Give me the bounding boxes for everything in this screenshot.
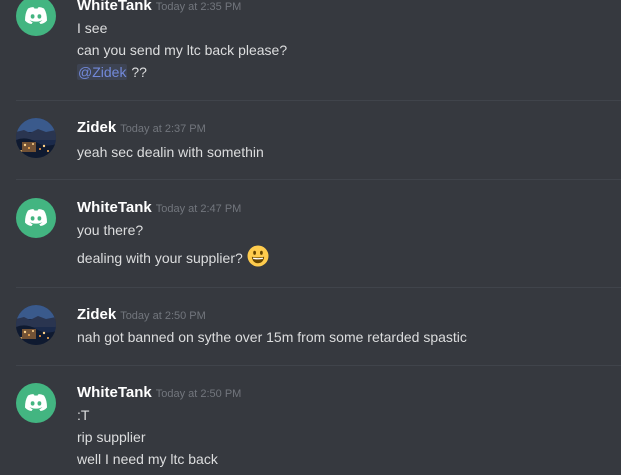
message-text: @Zidek ??	[77, 62, 147, 82]
city-photo-icon	[16, 118, 56, 158]
avatar[interactable]	[16, 383, 56, 423]
message-header: WhiteTank Today at 2:50 PM	[77, 383, 241, 403]
chat-messages: WhiteTank Today at 2:35 PM I see can you …	[0, 0, 621, 475]
timestamp: Today at 2:47 PM	[155, 203, 242, 215]
username[interactable]: Zidek	[77, 306, 116, 323]
message-header: WhiteTank Today at 2:47 PM	[77, 198, 241, 218]
discord-logo-icon	[25, 7, 47, 25]
message-text: :T	[77, 407, 90, 423]
discord-logo-icon	[25, 209, 47, 226]
message-text-suffix: ??	[127, 64, 147, 80]
username[interactable]: Zidek	[77, 119, 116, 136]
message-text: I see	[77, 20, 108, 36]
user-mention[interactable]: @Zidek	[77, 64, 128, 80]
discord-logo-icon	[25, 394, 47, 411]
username[interactable]: WhiteTank	[77, 199, 152, 216]
message-header: Zidek Today at 2:50 PM	[77, 305, 206, 325]
timestamp: Today at 2:50 PM	[120, 310, 206, 322]
message-group: WhiteTank Today at 2:50 PM :T rip supplie…	[0, 366, 621, 475]
message-header: Zidek Today at 2:37 PM	[77, 118, 206, 138]
username[interactable]: WhiteTank	[77, 0, 152, 14]
message-group: Zidek Today at 2:50 PM nah got banned on …	[0, 288, 621, 365]
message-text-content: dealing with your supplier?	[77, 250, 243, 267]
username[interactable]: WhiteTank	[77, 384, 152, 401]
message-group: WhiteTank Today at 2:47 PM you there? dea…	[0, 180, 621, 287]
message-text: well I need my ltc back	[77, 451, 218, 467]
message-text: dealing with your supplier?	[77, 245, 269, 273]
message-group: Zidek Today at 2:37 PM yeah sec dealin wi…	[0, 101, 621, 179]
message-text: nah got banned on sythe over 15m from so…	[77, 329, 467, 345]
city-photo-icon	[16, 305, 56, 345]
smiley-emoji-icon[interactable]	[247, 245, 269, 272]
timestamp: Today at 2:35 PM	[155, 1, 242, 13]
timestamp: Today at 2:37 PM	[120, 123, 206, 135]
avatar[interactable]	[16, 305, 56, 345]
avatar[interactable]	[16, 0, 56, 36]
message-text: can you send my ltc back please?	[77, 42, 288, 58]
avatar[interactable]	[16, 198, 56, 238]
avatar[interactable]	[16, 118, 56, 158]
message-group: WhiteTank Today at 2:35 PM I see can you …	[0, 0, 621, 100]
message-text: rip supplier	[77, 429, 146, 445]
message-header: WhiteTank Today at 2:35 PM	[77, 0, 241, 16]
message-text: you there?	[77, 222, 144, 238]
message-text: yeah sec dealin with somethin	[77, 144, 264, 160]
timestamp: Today at 2:50 PM	[155, 388, 242, 400]
